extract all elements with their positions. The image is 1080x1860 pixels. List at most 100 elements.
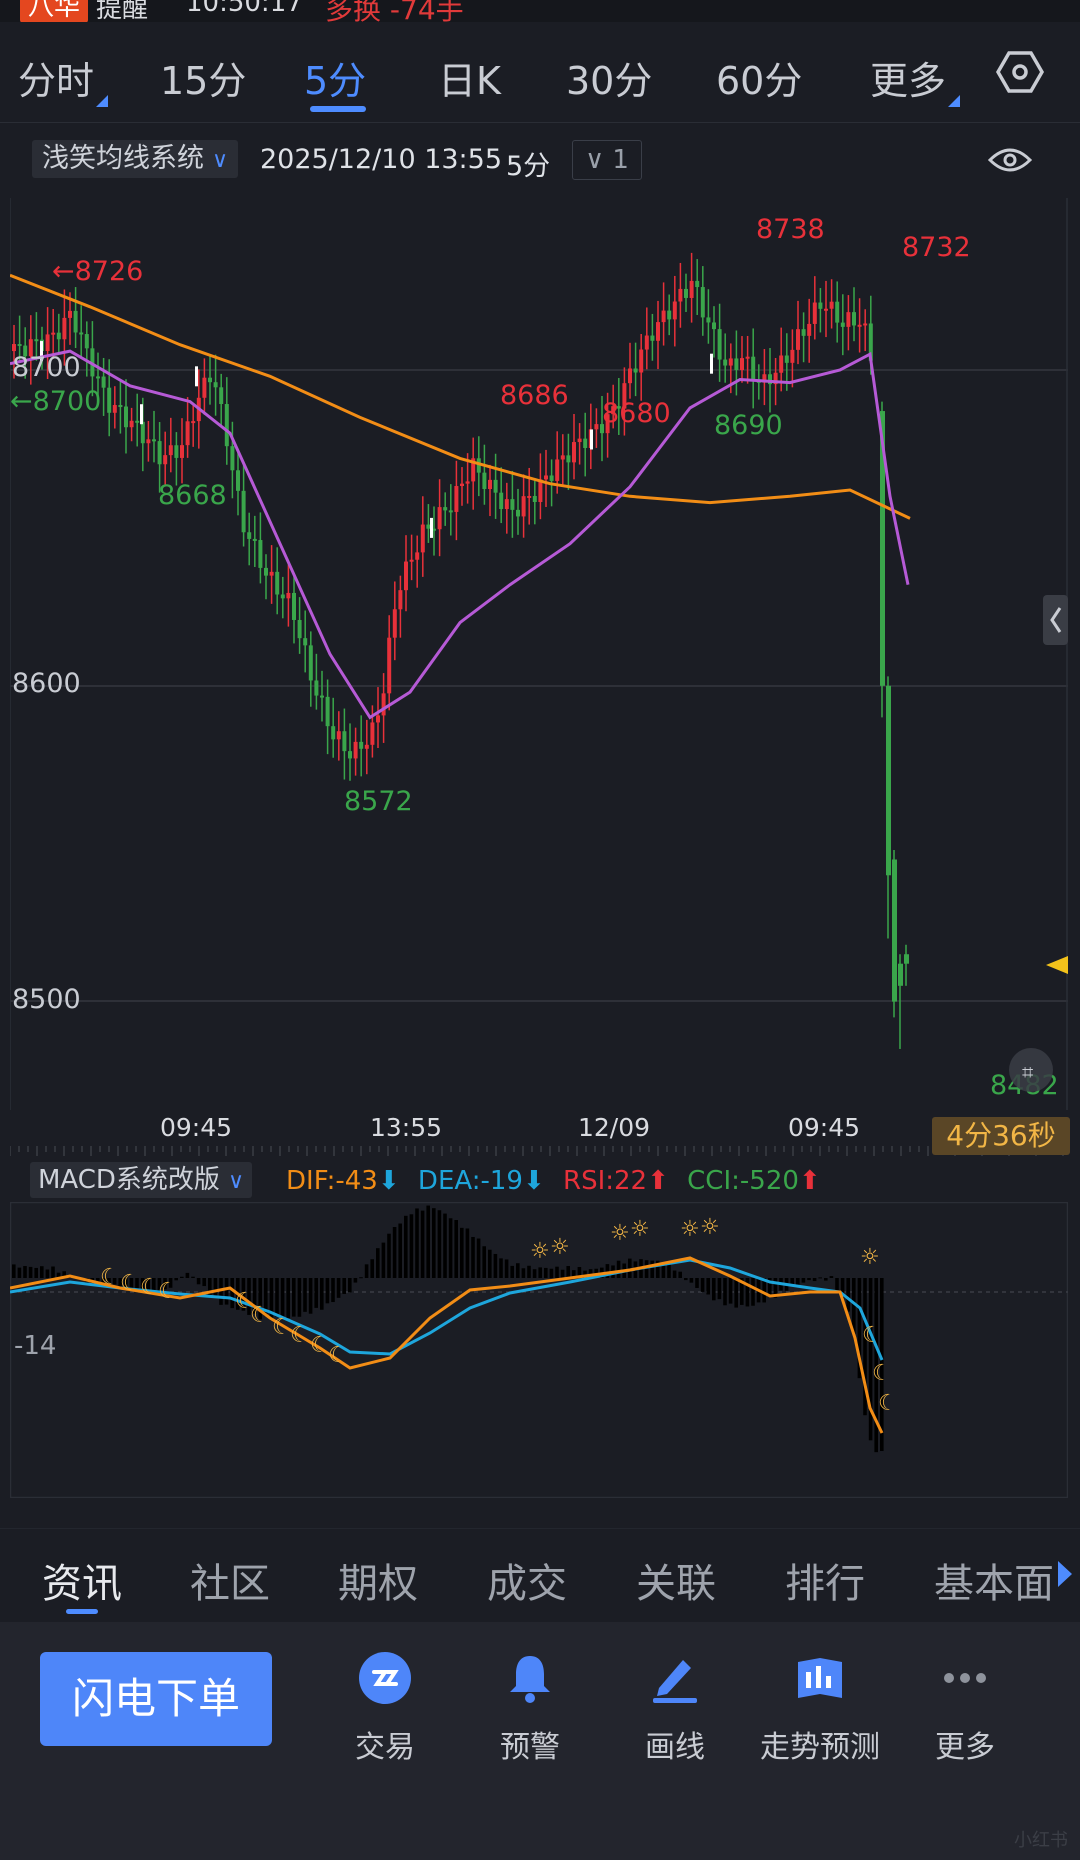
kline-chart[interactable]: 8700 8600 8500 ←8726 ←8700 8668 8686 857…	[10, 198, 1068, 1110]
doji-marker	[195, 366, 198, 387]
draw-line-button[interactable]: 画线	[605, 1650, 745, 1766]
macd-bar	[353, 1278, 358, 1283]
tab-15min[interactable]: 15分	[160, 50, 246, 105]
cci-value: CCI:-520	[687, 1166, 799, 1196]
macd-bar	[331, 1278, 335, 1303]
moon-icon: ☾	[290, 1323, 310, 1348]
macd-bar	[432, 1208, 436, 1278]
candle-body	[644, 335, 649, 350]
candle-body	[594, 424, 599, 430]
candle-body	[236, 470, 240, 491]
macd-bar	[538, 1267, 542, 1278]
ma-system-label: 浅笑均线系统	[42, 143, 204, 174]
tab-label: 30分	[566, 59, 653, 103]
candle-body	[308, 645, 313, 681]
tab-community[interactable]: 社区	[190, 1551, 270, 1609]
crosshair-toggle-button[interactable]: ⌗	[1009, 1048, 1053, 1092]
eye-icon[interactable]	[988, 146, 1032, 174]
candle-body	[342, 731, 347, 752]
macd-bar	[376, 1248, 380, 1278]
hexagon-settings-icon[interactable]	[996, 48, 1044, 96]
tab-news[interactable]: 资讯	[42, 1551, 122, 1609]
trade-label: 交易	[355, 1730, 415, 1765]
candle-body	[650, 335, 655, 341]
macd-bar	[706, 1278, 710, 1295]
candle-body	[532, 495, 537, 503]
candle-body	[572, 442, 576, 463]
doji-marker	[590, 429, 593, 450]
candle-body	[213, 382, 218, 388]
doji-marker	[430, 517, 433, 538]
sun-icon: ☼	[630, 1217, 650, 1242]
macd-bar	[499, 1258, 503, 1278]
macd-bar	[308, 1278, 313, 1314]
alert-button[interactable]: 预警	[460, 1650, 600, 1766]
macd-bar	[728, 1278, 733, 1304]
candle-body	[499, 492, 504, 510]
tab-60min[interactable]: 60分	[716, 50, 802, 105]
macd-bar	[734, 1278, 738, 1308]
candle-body	[12, 344, 16, 352]
collapse-panel-handle[interactable]	[1043, 595, 1068, 645]
candle-body	[723, 359, 728, 366]
macd-bar	[286, 1278, 290, 1319]
tab-fundamentals[interactable]: 基本面	[934, 1551, 1052, 1609]
y-label-8500: 8500	[12, 984, 81, 1015]
candle-body	[633, 368, 638, 373]
dif-value: DIF:-43	[286, 1166, 378, 1196]
time-axis[interactable]: 09:45 13:55 12/09 09:45	[10, 1112, 1068, 1158]
candle-body	[62, 317, 67, 340]
tab-trades[interactable]: 成交	[487, 1551, 567, 1609]
indicator-select[interactable]: MACD系统改版 ∨	[30, 1162, 253, 1198]
macd-bar	[549, 1268, 554, 1278]
candle-body	[700, 287, 705, 318]
candle-body	[555, 459, 560, 481]
tab-more[interactable]: 更多	[870, 50, 961, 107]
candle-body	[370, 722, 375, 745]
tab-options[interactable]: 期权	[338, 1551, 418, 1609]
annotation-high-8680: 8680	[602, 398, 671, 429]
candle-body	[448, 510, 453, 513]
candle-body	[146, 439, 151, 444]
tab-related[interactable]: 关联	[636, 1551, 716, 1609]
notification-time: 10:50:17	[186, 0, 303, 18]
moon-icon: ☾	[872, 1361, 892, 1386]
macd-bar	[616, 1260, 621, 1278]
tab-ranking[interactable]: 排行	[785, 1551, 865, 1609]
trade-button[interactable]: 交易	[315, 1650, 455, 1766]
tab-30min[interactable]: 30分	[566, 50, 652, 105]
ma-system-select[interactable]: 浅笑均线系统 ∨	[32, 140, 239, 178]
macd-bar	[471, 1236, 475, 1278]
tab-5min[interactable]: 5分	[304, 50, 366, 105]
candle-body	[415, 552, 420, 560]
macd-bar	[12, 1264, 16, 1278]
tab-timeshare[interactable]: 分时	[18, 50, 109, 107]
annotation-low-8668: 8668	[158, 480, 227, 511]
tab-daily-k[interactable]: 日K	[438, 50, 501, 105]
macd-bar	[566, 1266, 570, 1278]
candle-body	[112, 405, 117, 413]
macd-bar	[51, 1266, 55, 1278]
candle-body	[247, 532, 252, 539]
macd-chart[interactable]: ☾ ☾ ☾☾ ☾☾ ☾☾ ☾☾☾☾☾☼ ☼☼ ☼ ☼ ☼☼ -14	[10, 1202, 1068, 1498]
candle-body	[527, 495, 532, 498]
candle-body	[219, 387, 224, 405]
candle-body	[745, 356, 750, 359]
more-button[interactable]: 更多	[895, 1650, 1035, 1766]
count-select[interactable]: ∨ 1	[572, 140, 642, 180]
candle-body	[857, 324, 862, 327]
macd-y-label: -14	[14, 1331, 56, 1361]
macd-bar	[437, 1210, 442, 1278]
candle-body	[286, 592, 291, 599]
flash-order-button[interactable]: 闪电下单	[40, 1652, 272, 1746]
candle-body	[689, 280, 694, 298]
candle-body	[420, 524, 425, 553]
trend-forecast-button[interactable]: 走势预测	[750, 1650, 890, 1766]
macd-bar	[224, 1278, 229, 1305]
candle-body	[583, 438, 588, 448]
candle-body	[712, 322, 716, 330]
scroll-right-icon[interactable]	[1056, 1559, 1074, 1589]
macd-bar	[488, 1249, 492, 1278]
macd-bar	[476, 1238, 481, 1278]
count-value: 1	[612, 145, 629, 175]
